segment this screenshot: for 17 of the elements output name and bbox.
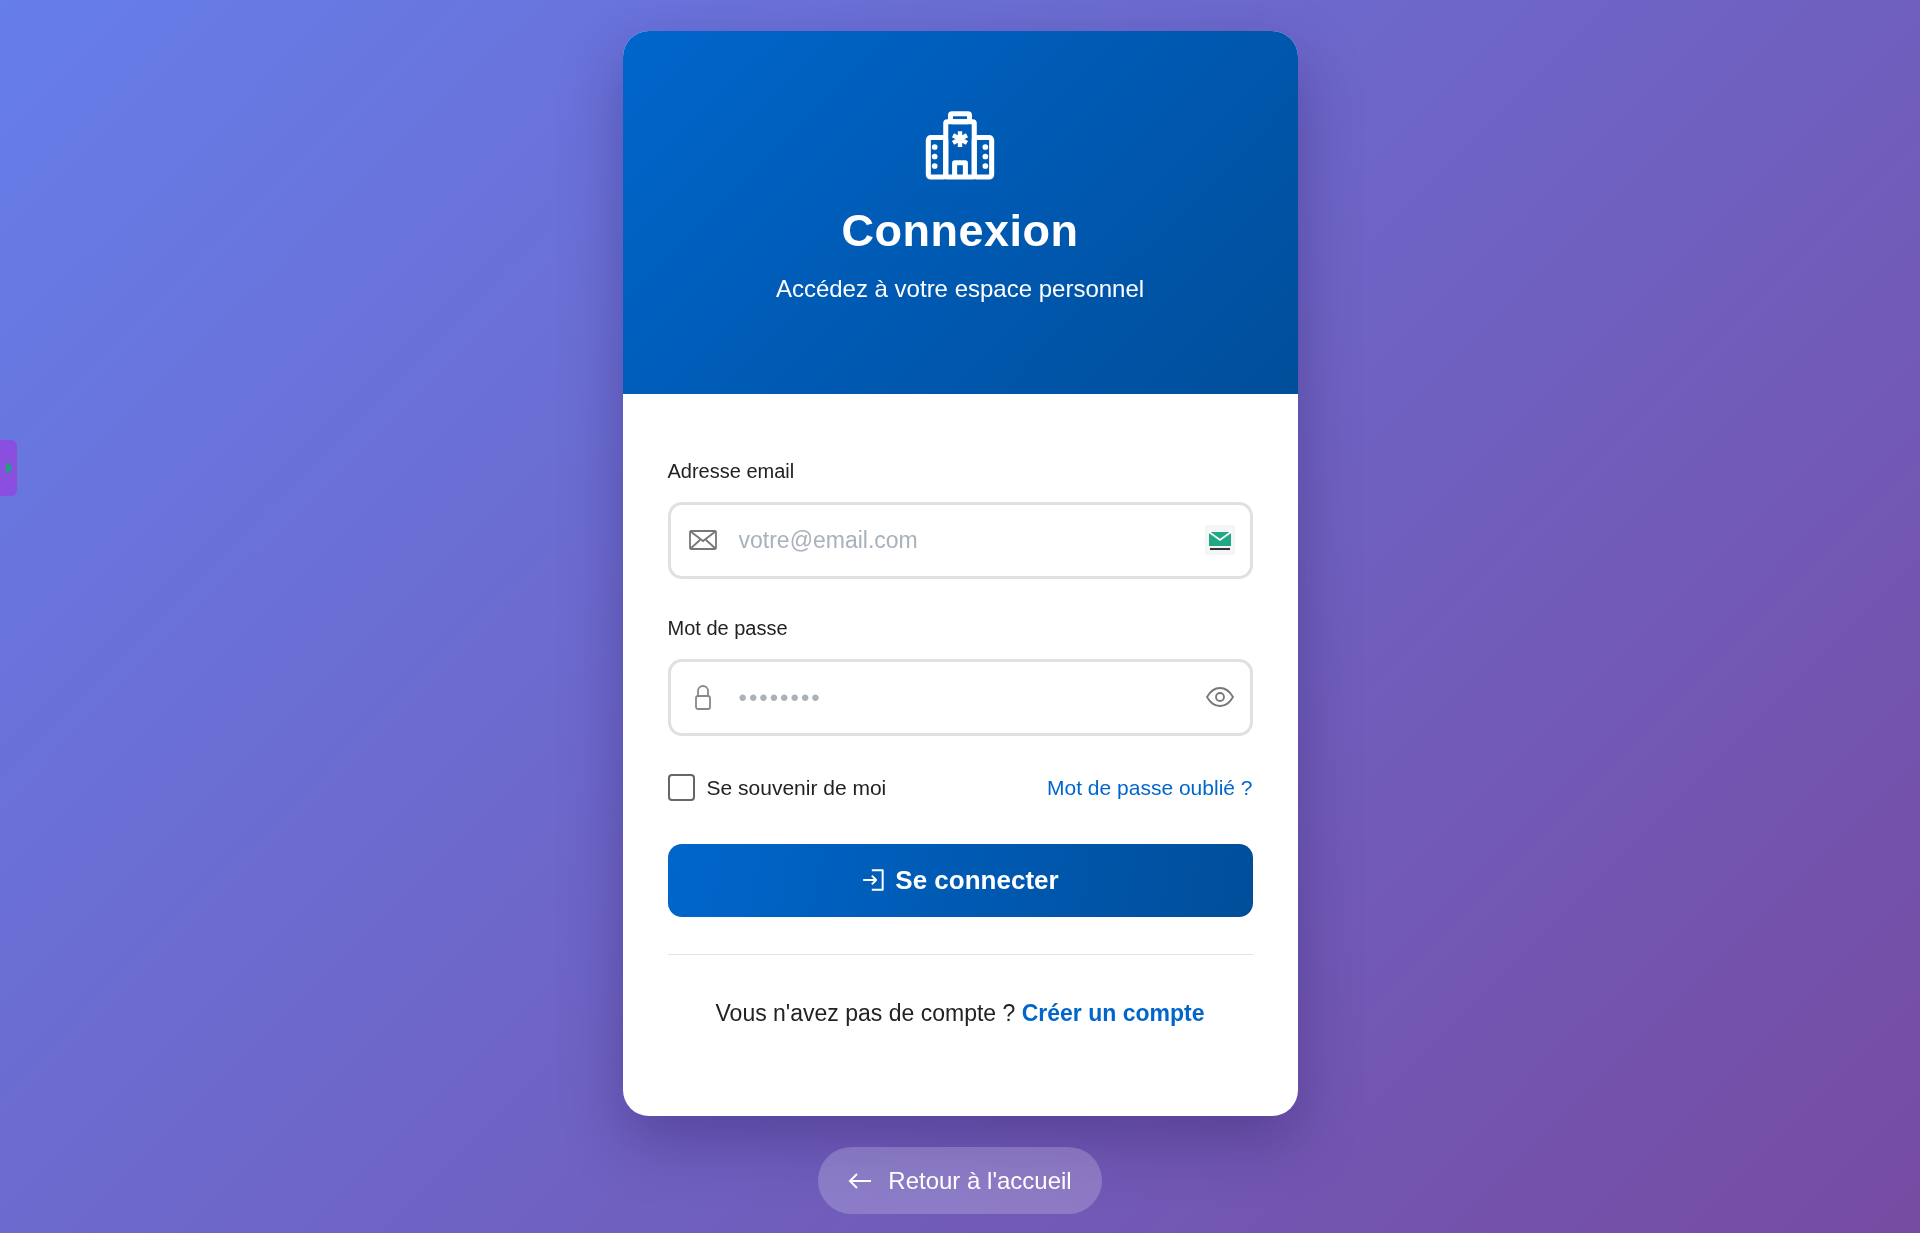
field-label: Adresse email [667,459,796,484]
login-button[interactable]: Se connecter [667,843,1253,917]
create-account-link[interactable]: Créer un compte [1021,999,1205,1026]
forgot-password-link[interactable]: Mot de passe oublié ? [1047,772,1253,804]
back-home-button[interactable]: Retour à l'accueil [818,1147,1102,1214]
envelope-icon [688,530,717,550]
mail-badge-icon[interactable] [1204,525,1235,555]
field-label: Mot de passe [667,616,789,641]
page-title: Connexion [841,205,1079,257]
arrow-left-icon [848,1171,873,1190]
email-field[interactable]: votre@email.com [667,502,1253,579]
checkbox-label: Se souvenir de moi [706,775,887,801]
play-icon [6,462,13,474]
checkbox[interactable] [667,774,695,802]
page-subtitle: Accédez à votre espace personnel [775,274,1145,304]
eye-icon[interactable] [1204,686,1235,708]
signup-prompt: Vous n'avez pas de compte ? Créer un compte [714,998,1206,1028]
